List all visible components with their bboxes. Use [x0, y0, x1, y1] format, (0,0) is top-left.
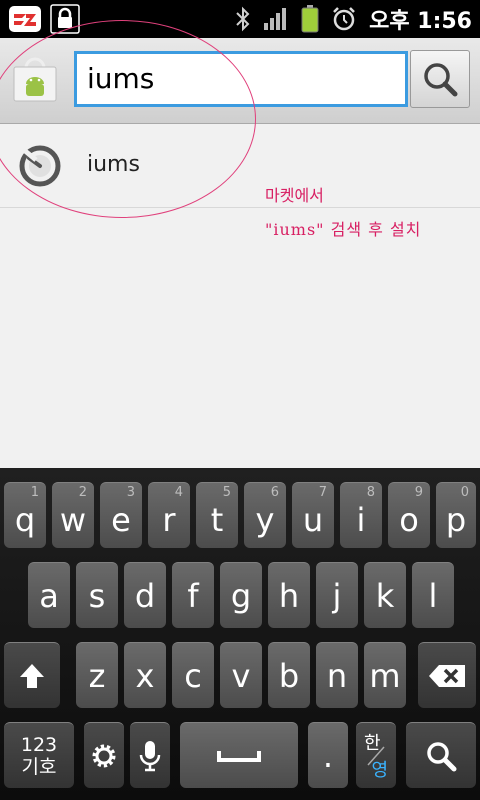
backspace-icon: [429, 664, 465, 687]
period-label: .: [322, 736, 334, 775]
backspace-key[interactable]: [418, 642, 476, 708]
key-number: 8: [366, 485, 375, 500]
key-a[interactable]: a: [28, 562, 70, 628]
key-letter: f: [187, 576, 199, 615]
key-letter: a: [39, 576, 59, 615]
key-b[interactable]: b: [268, 642, 310, 708]
signal-icon: [264, 8, 287, 30]
key-letter: j: [332, 576, 342, 615]
key-y[interactable]: 6y: [244, 482, 286, 548]
key-w[interactable]: 2w: [52, 482, 94, 548]
search-key[interactable]: [406, 722, 476, 788]
space-icon: [217, 750, 261, 762]
status-time: 오후 1:56: [369, 9, 472, 34]
search-button[interactable]: [410, 50, 470, 108]
key-v[interactable]: v: [220, 642, 262, 708]
key-c[interactable]: c: [172, 642, 214, 708]
key-letter: m: [369, 656, 401, 695]
key-u[interactable]: 7u: [292, 482, 334, 548]
app-icon: [9, 6, 41, 32]
period-key[interactable]: .: [308, 722, 348, 788]
key-e[interactable]: 3e: [100, 482, 142, 548]
key-x[interactable]: x: [124, 642, 166, 708]
key-p[interactable]: 0p: [436, 482, 476, 548]
key-letter: c: [184, 656, 202, 695]
settings-key[interactable]: [84, 722, 124, 788]
key-j[interactable]: j: [316, 562, 358, 628]
key-letter: w: [59, 500, 87, 539]
key-k[interactable]: k: [364, 562, 406, 628]
key-letter: h: [278, 576, 300, 615]
key-number: 5: [222, 485, 231, 500]
key-t[interactable]: 5t: [196, 482, 238, 548]
gear-icon: [92, 744, 116, 767]
key-letter: u: [302, 500, 324, 539]
key-letter: k: [375, 576, 395, 615]
space-key[interactable]: [180, 722, 298, 788]
key-number: 6: [270, 485, 279, 500]
key-z[interactable]: z: [76, 642, 118, 708]
key-number: 0: [460, 485, 469, 500]
voice-key[interactable]: [130, 722, 170, 788]
suggestions-area: iums 마켓에서 "iums" 검색 후 설치: [0, 20, 480, 468]
key-n[interactable]: n: [316, 642, 358, 708]
symbols-label-bottom: 기호: [21, 755, 57, 778]
keyboard: 1q 2w 3e 4r 5t 6y 7u 8i 9o 0p a s d f g …: [0, 468, 480, 800]
key-letter: e: [111, 500, 131, 539]
key-s[interactable]: s: [76, 562, 118, 628]
key-letter: b: [278, 656, 300, 695]
key-letter: o: [399, 500, 419, 539]
annotation-line-2: "iums" 검색 후 설치: [265, 220, 422, 239]
key-q[interactable]: 1q: [4, 482, 46, 548]
key-letter: g: [230, 576, 252, 615]
key-l[interactable]: l: [412, 562, 454, 628]
microphone-icon: [139, 740, 161, 771]
key-letter: d: [134, 576, 156, 615]
key-o[interactable]: 9o: [388, 482, 430, 548]
key-d[interactable]: d: [124, 562, 166, 628]
annotation-circle: [0, 20, 256, 218]
symbols-label-top: 123: [20, 733, 58, 756]
key-number: 1: [30, 485, 39, 500]
key-number: 3: [126, 485, 135, 500]
lang-yeong-label: 영: [371, 760, 388, 781]
key-letter: r: [162, 500, 176, 539]
bluetooth-icon: [236, 6, 250, 32]
symbols-key[interactable]: 123 기호: [4, 722, 74, 788]
key-letter: y: [255, 500, 275, 539]
key-letter: s: [88, 576, 106, 615]
key-i[interactable]: 8i: [340, 482, 382, 548]
key-letter: x: [135, 656, 155, 695]
key-number: 4: [174, 485, 183, 500]
annotation-line-1: 마켓에서: [265, 186, 324, 205]
magnifier-icon: [424, 63, 458, 97]
alarm-icon: [333, 7, 356, 31]
key-letter: i: [356, 500, 366, 539]
key-letter: p: [445, 500, 467, 539]
shift-icon: [20, 663, 44, 688]
key-number: 9: [414, 485, 423, 500]
key-letter: q: [14, 500, 36, 539]
key-letter: l: [428, 576, 438, 615]
key-letter: v: [231, 656, 251, 695]
battery-icon: [301, 5, 319, 33]
key-g[interactable]: g: [220, 562, 262, 628]
language-key[interactable]: 한 영: [356, 722, 396, 788]
key-number: 2: [78, 485, 87, 500]
shift-key[interactable]: [4, 642, 60, 708]
key-letter: z: [88, 656, 106, 695]
key-h[interactable]: h: [268, 562, 310, 628]
key-r[interactable]: 4r: [148, 482, 190, 548]
magnifier-icon: [427, 741, 457, 771]
key-letter: t: [210, 500, 224, 539]
key-m[interactable]: m: [364, 642, 406, 708]
key-letter: n: [326, 656, 348, 695]
key-f[interactable]: f: [172, 562, 214, 628]
key-number: 7: [318, 485, 327, 500]
